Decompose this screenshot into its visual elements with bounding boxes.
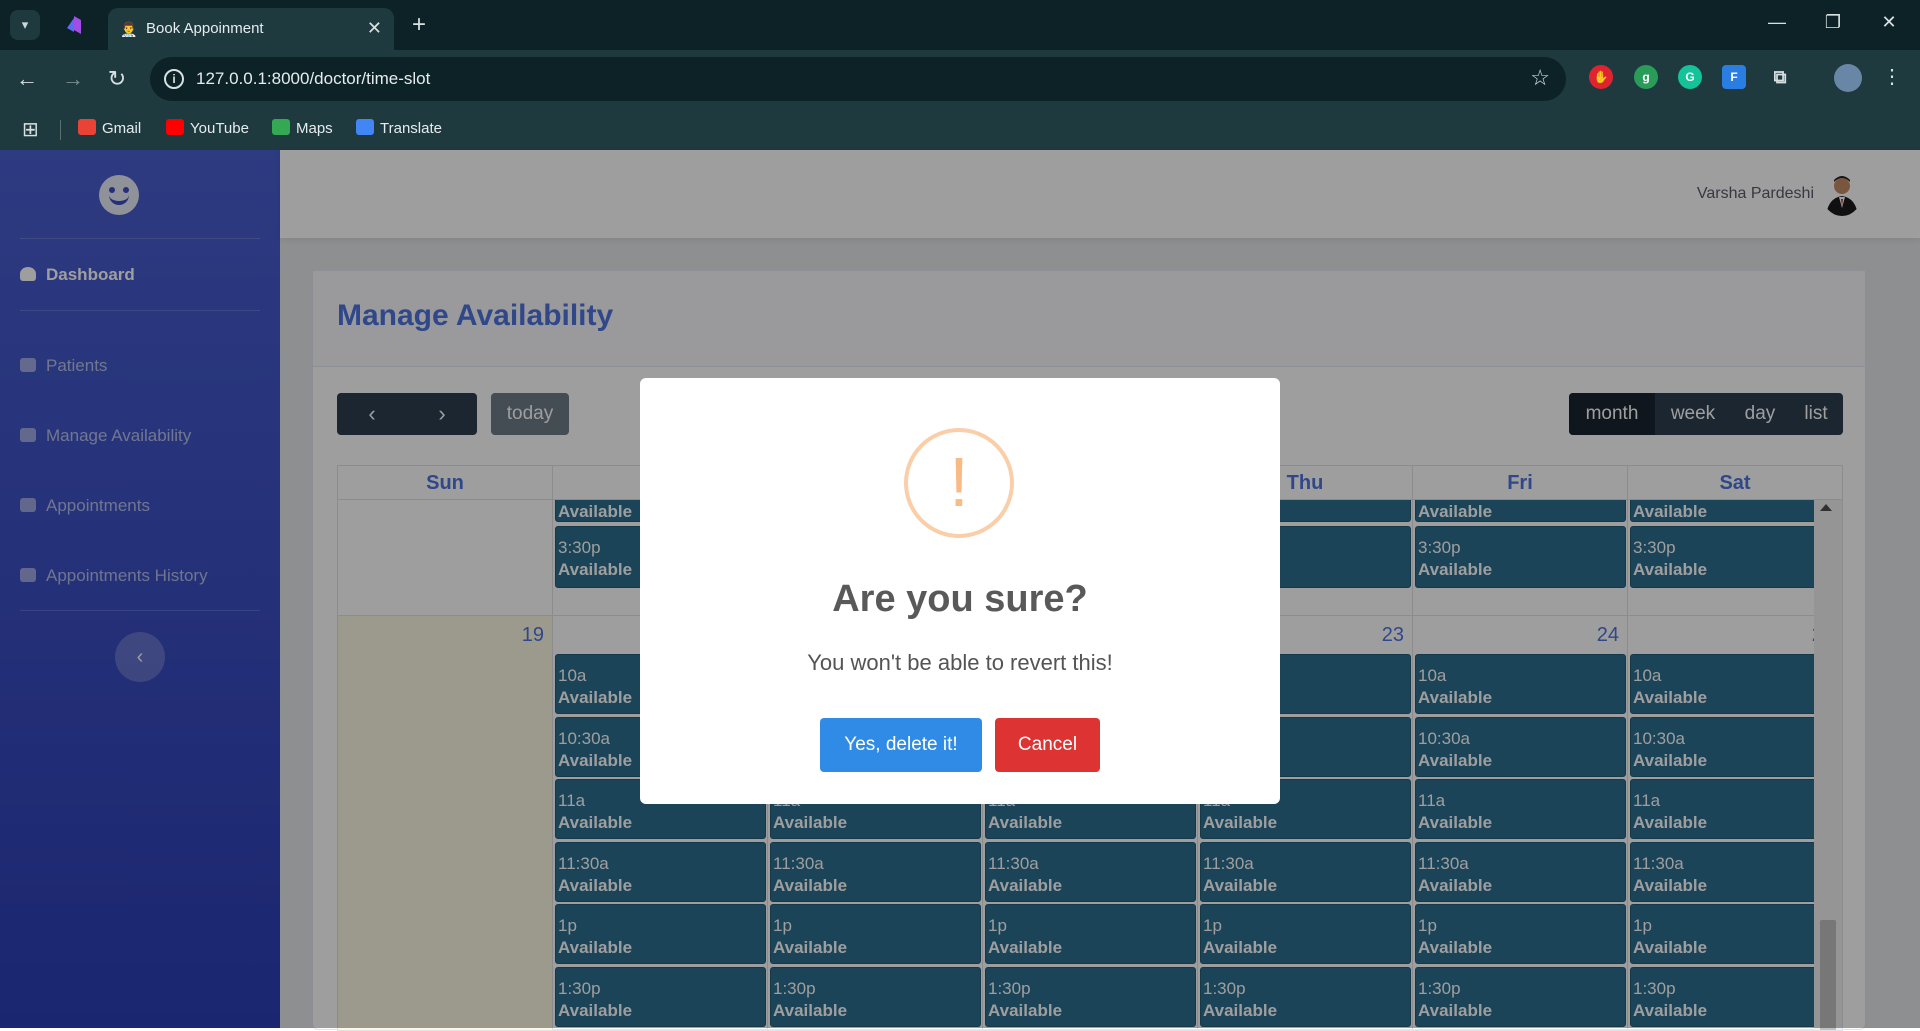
tab-search-button[interactable]: ▾	[10, 10, 40, 40]
bookmark-label: Translate	[380, 120, 442, 137]
browser-tab[interactable]: 👨‍⚕️ Book Appoinment ✕	[108, 8, 394, 50]
confirm-dialog: ! Are you sure? You won't be able to rev…	[640, 378, 1280, 804]
restore-icon[interactable]: ❐	[1818, 12, 1848, 33]
new-tab-button[interactable]: +	[412, 10, 426, 40]
tab-close-icon[interactable]: ✕	[367, 18, 382, 39]
app-logo-icon	[67, 16, 81, 34]
bookmark-label: YouTube	[190, 120, 249, 137]
bookmark-gmail[interactable]: Gmail	[78, 119, 141, 137]
reload-icon[interactable]: ↻	[102, 64, 132, 94]
gmail-icon	[78, 119, 96, 135]
forward-icon[interactable]: →	[58, 64, 88, 94]
profile-avatar[interactable]	[1834, 64, 1862, 92]
doctor-favicon-icon: 👨‍⚕️	[120, 21, 138, 37]
bookmark-translate[interactable]: Translate	[356, 119, 442, 137]
tab-title: Book Appoinment	[146, 20, 264, 37]
cancel-button[interactable]: Cancel	[995, 718, 1100, 772]
bookmark-maps[interactable]: Maps	[272, 119, 333, 137]
translate-icon	[356, 119, 374, 135]
grammarly-icon[interactable]: G	[1678, 65, 1702, 89]
apps-grid-icon[interactable]: ⊞	[22, 117, 39, 142]
bookmark-youtube[interactable]: YouTube	[166, 119, 249, 137]
dialog-title: Are you sure?	[832, 578, 1088, 620]
bookmarks-divider	[60, 120, 61, 140]
menu-kebab-icon[interactable]: ⋮	[1882, 64, 1902, 89]
bookmark-label: Maps	[296, 120, 333, 137]
url-text[interactable]: 127.0.0.1:8000/doctor/time-slot	[196, 69, 430, 89]
minimize-icon[interactable]: —	[1762, 12, 1792, 33]
browser-toolbar: ← → ↻ i 127.0.0.1:8000/doctor/time-slot …	[0, 50, 1920, 108]
close-window-icon[interactable]: ✕	[1874, 12, 1904, 33]
bookmark-star-icon[interactable]: ☆	[1530, 65, 1550, 91]
bookmark-label: Gmail	[102, 120, 142, 137]
dialog-text: You won't be able to revert this!	[807, 650, 1113, 675]
extension-translate-icon[interactable]: F	[1722, 65, 1746, 89]
extensions-puzzle-icon[interactable]: ⧉	[1768, 65, 1792, 89]
browser-tab-strip: ▾ 👨‍⚕️ Book Appoinment ✕ + — ❐ ✕	[0, 0, 1920, 50]
warning-icon: !	[904, 428, 1014, 538]
bookmarks-bar: ⊞ Gmail YouTube Maps Translate	[0, 108, 1920, 150]
address-bar[interactable]: i 127.0.0.1:8000/doctor/time-slot ☆	[150, 57, 1566, 101]
youtube-icon	[166, 119, 184, 135]
site-info-icon[interactable]: i	[164, 69, 184, 89]
back-icon[interactable]: ←	[12, 64, 42, 94]
extension-stop-icon[interactable]: ✋	[1589, 65, 1613, 89]
extension-grammar-icon[interactable]: g	[1634, 65, 1658, 89]
maps-icon	[272, 119, 290, 135]
confirm-delete-button[interactable]: Yes, delete it!	[820, 718, 982, 772]
